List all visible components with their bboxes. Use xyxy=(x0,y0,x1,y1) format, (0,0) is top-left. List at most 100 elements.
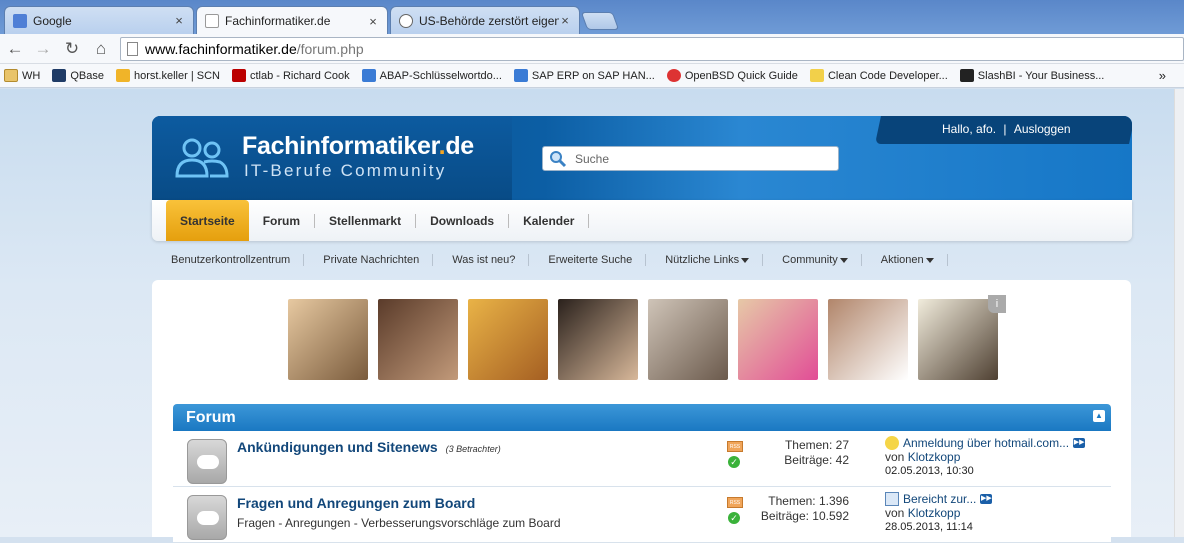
bookmark-label: Clean Code Developer... xyxy=(827,69,948,82)
last-post-by: von xyxy=(885,450,905,464)
subnav-label: Community xyxy=(782,254,838,266)
tab-forum[interactable]: Forum xyxy=(249,200,314,241)
main-content: i Forum ▲ Ankündigungen und Sitenews (3 B… xyxy=(152,280,1131,543)
logo-tld: de xyxy=(445,132,474,160)
subnav-aktionen[interactable]: Aktionen xyxy=(862,254,948,266)
forum-stats: Themen: 1.396 Beiträge: 10.592 xyxy=(749,494,849,524)
check-icon: ✓ xyxy=(728,456,740,468)
reload-icon[interactable]: ↻ xyxy=(61,38,83,60)
ad-photo[interactable] xyxy=(378,299,458,380)
ccd-icon xyxy=(809,69,824,82)
bookmark-label: ABAP-Schlüsselwortdo... xyxy=(379,69,502,82)
ad-photo[interactable] xyxy=(828,299,908,380)
last-post-user[interactable]: Klotzkopp xyxy=(908,506,961,520)
bookmarks-bar: WH QBase horst.keller | SCN ctlab - Rich… xyxy=(0,64,1184,88)
forum-stats: Themen: 27 Beiträge: 42 xyxy=(749,438,849,468)
site-logo-subtitle: IT-Berufe Community xyxy=(244,161,447,180)
tab-us-behoerde[interactable]: US-Behörde zerstört eigene × xyxy=(390,6,580,34)
chevron-down-icon xyxy=(741,257,750,263)
forum-section-title: Forum xyxy=(186,409,236,426)
tab-stellenmarkt[interactable]: Stellenmarkt xyxy=(315,200,415,241)
new-tab-button[interactable] xyxy=(580,12,620,30)
subnav-erweiterte-suche[interactable]: Erweiterte Suche xyxy=(529,254,647,266)
ad-photo[interactable] xyxy=(648,299,728,380)
folder-icon xyxy=(4,69,18,82)
forum-title-link[interactable]: Fragen und Anregungen zum Board xyxy=(237,495,475,511)
back-arrow-icon[interactable]: ← xyxy=(4,38,26,60)
subnav-private-nachrichten[interactable]: Private Nachrichten xyxy=(304,254,434,266)
collapse-icon[interactable]: ▲ xyxy=(1093,410,1105,422)
bookmark-item[interactable]: ctlab - Richard Cook xyxy=(231,69,350,82)
last-post: Anmeldung über hotmail.com... ▶▶ von Klot… xyxy=(885,436,1086,478)
tab-kalender[interactable]: Kalender xyxy=(509,200,588,241)
close-icon[interactable]: × xyxy=(367,14,379,29)
close-icon[interactable]: × xyxy=(559,13,571,28)
forum-posts: Beiträge: 10.592 xyxy=(760,509,849,523)
forum-status-icon xyxy=(187,495,227,540)
bookmark-item[interactable]: ABAP-Schlüsselwortdo... xyxy=(361,69,502,82)
google-icon xyxy=(13,13,27,28)
rss-icon[interactable]: RSS xyxy=(727,497,743,508)
subnav-nuetzliche-links[interactable]: Nützliche Links xyxy=(646,254,764,266)
site-logo-title[interactable]: Fachinformatiker.de xyxy=(242,132,474,161)
community-logo-icon xyxy=(175,138,229,178)
subnav-benutzerkontrollzentrum[interactable]: Benutzerkontrollzentrum xyxy=(152,254,305,266)
ad-photo[interactable] xyxy=(468,299,548,380)
bookmark-item[interactable]: OpenBSD Quick Guide xyxy=(666,69,798,82)
page-icon xyxy=(205,14,219,28)
subnav-label: Aktionen xyxy=(880,254,924,266)
rss-icon[interactable]: RSS xyxy=(727,441,743,452)
logout-link[interactable]: Ausloggen xyxy=(1014,122,1071,136)
browser-tab-strip: Google × Fachinformatiker.de × US-Behörd… xyxy=(0,0,1184,35)
ad-photo[interactable] xyxy=(738,299,818,380)
forum-viewers: (3 Betrachter) xyxy=(445,444,501,454)
bookmark-item[interactable]: SAP ERP on SAP HAN... xyxy=(513,69,655,82)
search-icon xyxy=(550,150,567,167)
subnav-was-ist-neu[interactable]: Was ist neu? xyxy=(433,254,530,266)
subnav-community[interactable]: Community xyxy=(763,254,862,266)
address-bar[interactable]: www.fachinformatiker.de/forum.php xyxy=(120,37,1184,61)
bookmark-item[interactable]: Clean Code Developer... xyxy=(809,69,948,82)
forum-title-link[interactable]: Ankündigungen und Sitenews (3 Betrachter) xyxy=(237,439,501,455)
bookmarks-overflow-icon[interactable]: » xyxy=(1159,68,1166,83)
ad-photo[interactable] xyxy=(288,299,368,380)
tab-fachinformatiker[interactable]: Fachinformatiker.de × xyxy=(196,6,388,35)
bookmark-item[interactable]: WH xyxy=(4,69,40,82)
bookmark-label: WH xyxy=(22,69,41,82)
subnav-label: Erweiterte Suche xyxy=(548,254,633,266)
forum-section-header: Forum ▲ xyxy=(173,404,1111,431)
last-post-title[interactable]: Anmeldung über hotmail.com... xyxy=(903,436,1069,450)
subnav-label: Benutzerkontrollzentrum xyxy=(171,254,291,266)
bookmark-item[interactable]: horst.keller | SCN xyxy=(115,69,220,82)
site-search-input[interactable]: Suche xyxy=(542,146,839,171)
ad-photo[interactable] xyxy=(918,299,998,380)
page-scrollbar[interactable] xyxy=(1174,89,1184,537)
tab-downloads[interactable]: Downloads xyxy=(416,200,508,241)
forum-topics: Themen: 1.396 xyxy=(768,494,849,508)
close-icon[interactable]: × xyxy=(173,13,185,28)
last-post-title[interactable]: Bereicht zur... xyxy=(903,492,976,506)
web-page: Fachinformatiker.de IT-Berufe Community … xyxy=(0,89,1184,543)
bookmark-item[interactable]: QBase xyxy=(52,69,104,82)
ad-photo[interactable] xyxy=(558,299,638,380)
ad-info-icon[interactable]: i xyxy=(988,295,1006,313)
tab-google[interactable]: Google × xyxy=(4,6,194,34)
home-icon[interactable]: ⌂ xyxy=(90,38,112,60)
tab-startseite[interactable]: Startseite xyxy=(166,200,249,241)
subnav-label: Nützliche Links xyxy=(665,254,740,266)
user-box: Hallo, afo. | Ausloggen xyxy=(940,122,1073,136)
forward-arrow-icon[interactable]: → xyxy=(32,38,54,60)
forum-description: Fragen - Anregungen - Verbesserungsvorsc… xyxy=(237,516,561,530)
last-post-user[interactable]: Klotzkopp xyxy=(908,450,961,464)
site-header: Fachinformatiker.de IT-Berufe Community … xyxy=(152,116,1132,200)
url-path: /forum.php xyxy=(296,41,364,57)
forum-topics: Themen: 27 xyxy=(784,438,849,452)
bookmark-item[interactable]: SlashBI - Your Business... xyxy=(959,69,1104,82)
forum-title: Ankündigungen und Sitenews xyxy=(237,439,438,455)
user-greeting[interactable]: Hallo, afo. xyxy=(942,122,996,136)
sap-icon xyxy=(513,69,528,82)
bookmark-label: SAP ERP on SAP HAN... xyxy=(531,69,655,82)
go-to-post-icon[interactable]: ▶▶ xyxy=(980,494,993,504)
go-to-post-icon[interactable]: ▶▶ xyxy=(1073,438,1086,448)
tab-title: Google xyxy=(33,13,72,28)
